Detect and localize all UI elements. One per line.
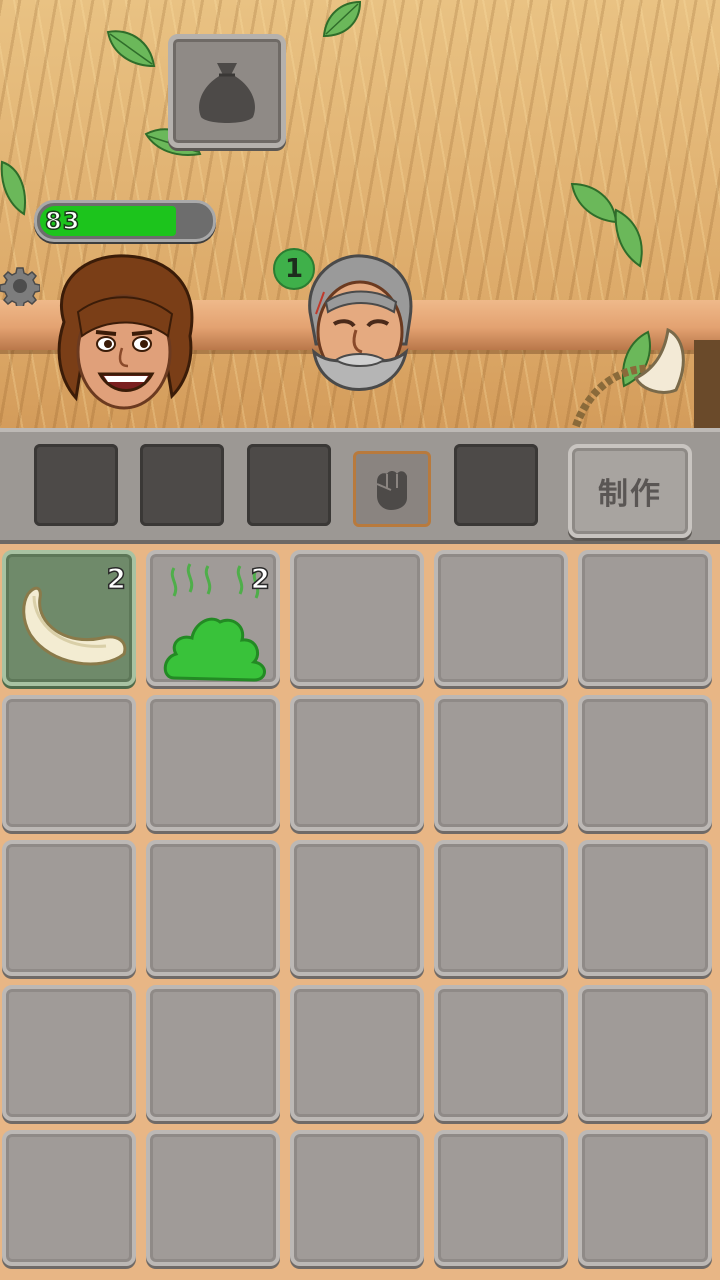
leaf-icon	[0, 160, 26, 216]
inventory-slot[interactable]	[434, 550, 568, 686]
inventory-slot[interactable]	[290, 695, 424, 831]
leaf-icon	[570, 182, 643, 268]
caveman-young-icon[interactable]	[44, 252, 204, 416]
inventory-slot[interactable]	[2, 1130, 136, 1266]
fist-slot[interactable]	[353, 451, 431, 527]
inventory-slot[interactable]	[434, 695, 568, 831]
bag-button[interactable]	[168, 34, 286, 148]
fist-icon	[376, 471, 407, 510]
inventory-slot[interactable]	[146, 1130, 280, 1266]
inventory-slot[interactable]	[146, 840, 280, 976]
crafting-slot[interactable]	[454, 444, 538, 526]
item-count: 2	[106, 561, 127, 596]
inventory-slot[interactable]	[578, 840, 712, 976]
bag-icon	[199, 63, 255, 123]
inventory-slot[interactable]	[2, 695, 136, 831]
inventory-slot[interactable]	[290, 985, 424, 1121]
inventory-slot[interactable]	[290, 1130, 424, 1266]
inventory-slot[interactable]	[290, 840, 424, 976]
inventory-slot[interactable]	[578, 985, 712, 1121]
craft-button[interactable]: 制作	[568, 444, 692, 538]
leaf-icon	[106, 30, 156, 68]
inventory-slot[interactable]: 2	[2, 550, 136, 686]
crafting-slot[interactable]	[34, 444, 118, 526]
gear-icon[interactable]	[0, 266, 40, 306]
inventory-slot[interactable]	[2, 840, 136, 976]
npc-level-badge: 1	[273, 248, 315, 290]
inventory-slot[interactable]	[578, 695, 712, 831]
inventory-slot[interactable]	[290, 550, 424, 686]
crafting-slot[interactable]	[247, 444, 331, 526]
caveman-elder-icon[interactable]	[296, 252, 424, 412]
inventory-slot[interactable]: 2	[146, 550, 280, 686]
inventory-slot[interactable]	[434, 1130, 568, 1266]
health-bar: 83	[34, 200, 216, 242]
inventory-slot[interactable]	[146, 695, 280, 831]
inventory-slot[interactable]	[146, 985, 280, 1121]
spear-icon	[572, 327, 720, 430]
inventory-slot[interactable]	[434, 840, 568, 976]
crafting-slot[interactable]	[140, 444, 224, 526]
item-count: 2	[250, 561, 271, 596]
health-value: 83	[44, 206, 81, 236]
inventory-slot[interactable]	[434, 985, 568, 1121]
inventory-slot[interactable]	[578, 550, 712, 686]
leaf-icon	[322, 0, 362, 38]
inventory-slot[interactable]	[2, 985, 136, 1121]
inventory-slot[interactable]	[578, 1130, 712, 1266]
